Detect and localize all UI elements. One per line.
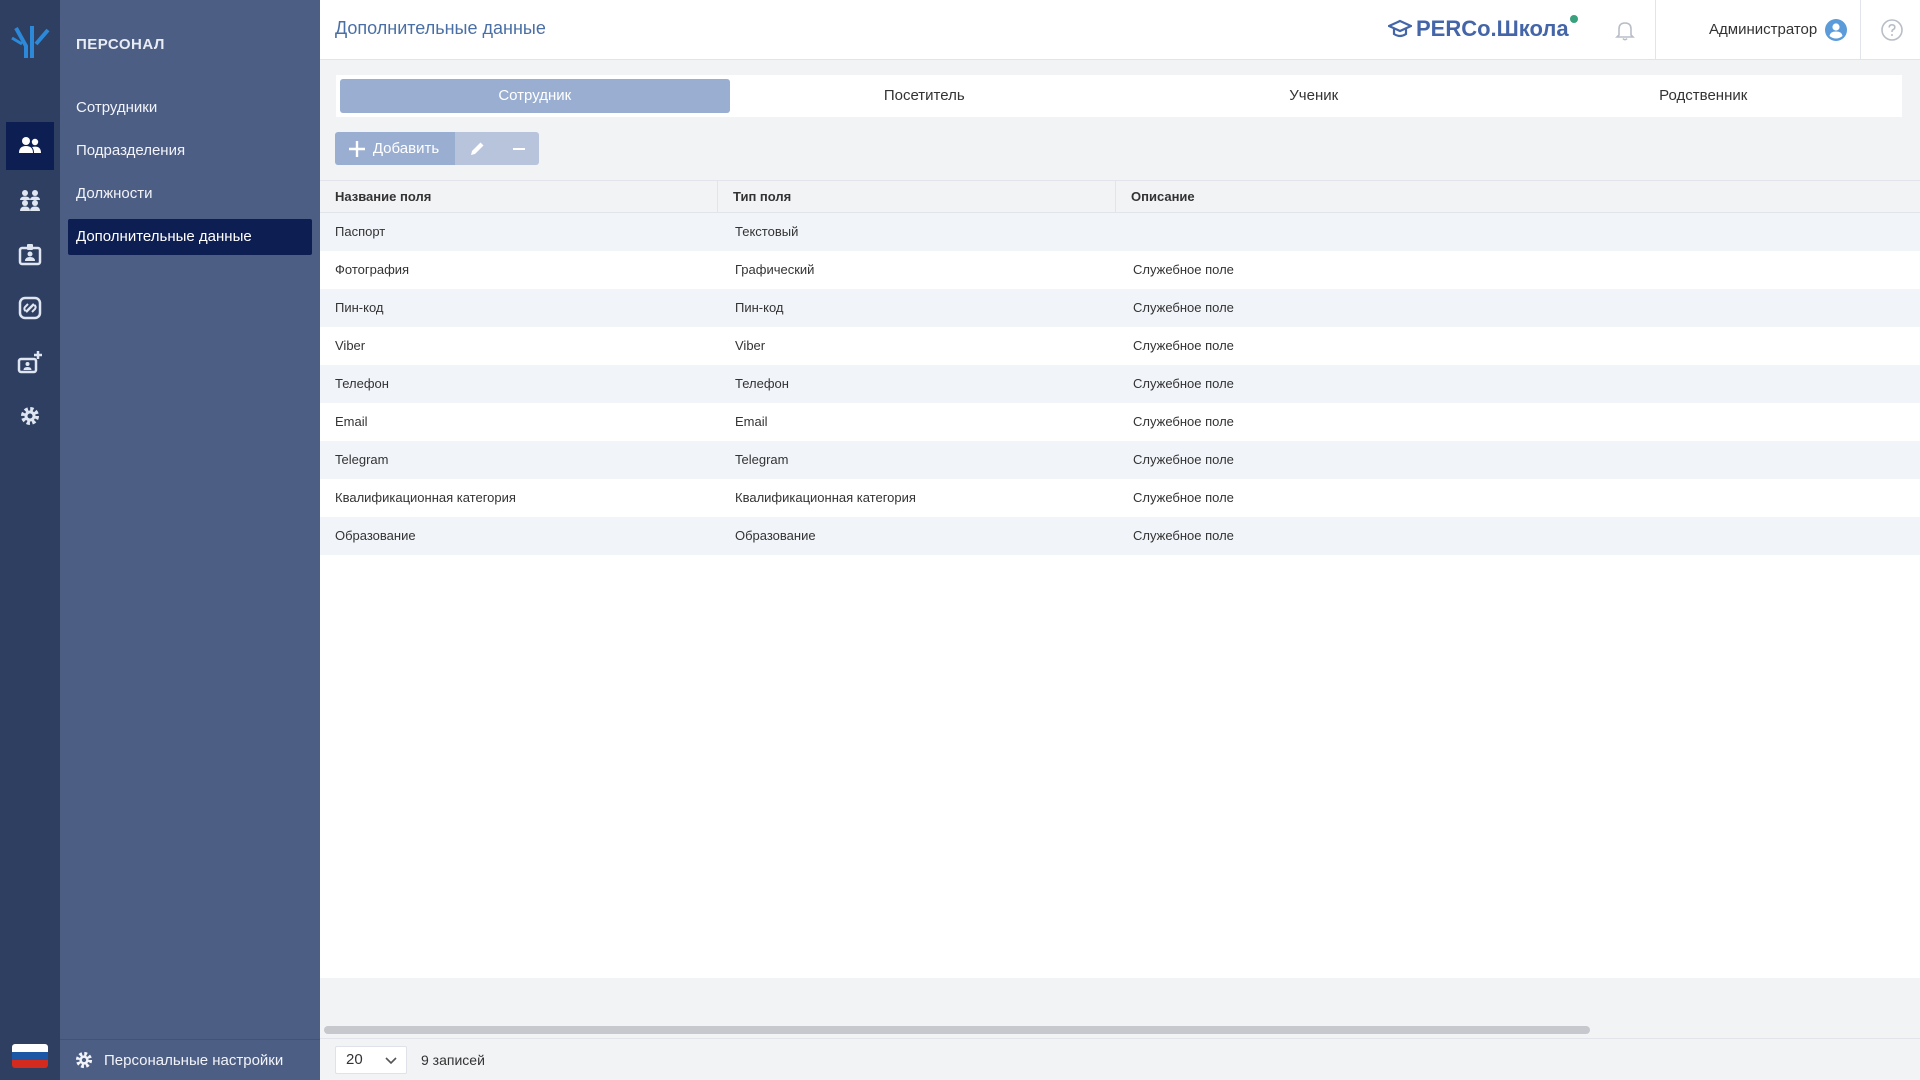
link-icon	[18, 296, 42, 320]
column-header-field-type[interactable]: Тип поля	[717, 181, 1115, 212]
rail-link-button[interactable]	[6, 284, 54, 332]
cell-field-type: Телефон	[735, 376, 789, 391]
column-header-field-name[interactable]: Название поля	[320, 181, 717, 212]
tab-relative[interactable]: Родственник	[1509, 79, 1899, 113]
cell-field-type: Образование	[735, 528, 816, 543]
cell-description: Служебное поле	[1133, 262, 1234, 277]
cell-field-name: Telegram	[335, 452, 389, 467]
table-row[interactable]: Telegram Telegram Служебное поле	[320, 441, 1920, 479]
table-header: Название поля Тип поля Описание	[320, 180, 1920, 213]
top-header: Дополнительные данные PERCo.Школа Админи…	[320, 0, 1920, 60]
cell-field-name: Паспорт	[335, 224, 386, 239]
header-divider	[1860, 0, 1861, 60]
table-row[interactable]: Телефон Телефон Служебное поле	[320, 365, 1920, 403]
cell-description: Служебное поле	[1133, 414, 1234, 429]
table-row[interactable]: Квалификационная категория Квалификацион…	[320, 479, 1920, 517]
cell-description: Служебное поле	[1133, 376, 1234, 391]
gear-icon	[75, 1051, 93, 1069]
sidebar: ПЕРСОНАЛ Сотрудники Подразделения Должно…	[60, 0, 320, 1080]
table-row[interactable]: Образование Образование Служебное поле	[320, 517, 1920, 555]
pencil-icon	[470, 142, 483, 155]
language-flag-icon[interactable]	[12, 1044, 48, 1068]
user-name[interactable]: Администратор	[1709, 21, 1817, 38]
tab-student[interactable]: Ученик	[1119, 79, 1509, 113]
cell-field-name: Viber	[335, 338, 366, 353]
cell-description: Служебное поле	[1133, 490, 1234, 505]
page-title: Дополнительные данные	[335, 18, 546, 38]
add-button-label: Добавить	[372, 140, 440, 157]
cell-description: Служебное поле	[1133, 300, 1234, 315]
icon-rail	[0, 0, 60, 1080]
avatar-icon[interactable]	[1824, 18, 1848, 42]
bell-icon[interactable]	[1613, 18, 1637, 42]
edit-button[interactable]	[455, 132, 497, 165]
cell-field-type: Квалификационная категория	[735, 490, 916, 505]
header-divider	[1655, 0, 1656, 60]
cell-field-type: Текстовый	[735, 224, 799, 239]
sidebar-item-positions[interactable]: Должности	[68, 176, 312, 212]
column-header-description[interactable]: Описание	[1115, 181, 1920, 212]
id-card-icon	[18, 244, 42, 266]
plus-icon	[348, 140, 365, 157]
table-row[interactable]: Viber Viber Служебное поле	[320, 327, 1920, 365]
tab-employee[interactable]: Сотрудник	[340, 79, 730, 113]
rail-add-badge-button[interactable]	[6, 338, 54, 386]
help-icon[interactable]	[1880, 18, 1904, 42]
chevron-down-icon	[385, 1056, 397, 1064]
add-button[interactable]: Добавить	[335, 132, 455, 165]
table-row[interactable]: Пин-код Пин-код Служебное поле	[320, 289, 1920, 327]
cell-field-type: Telegram	[735, 452, 789, 467]
brand-logo: PERCo.Школа	[1388, 15, 1578, 42]
rail-settings-button[interactable]	[6, 392, 54, 440]
entity-tabs: Сотрудник Посетитель Ученик Родственник	[336, 75, 1902, 117]
personal-settings-button[interactable]: Персональные настройки	[60, 1039, 320, 1080]
page-size-select[interactable]: 20	[335, 1045, 407, 1074]
graduation-cap-icon	[1388, 19, 1412, 38]
cell-field-type: Email	[735, 414, 768, 429]
online-status-dot	[1569, 15, 1578, 23]
group-icon	[20, 190, 40, 211]
brand-name: PERCo.Школа	[1416, 16, 1569, 41]
sidebar-item-additional-data[interactable]: Дополнительные данные	[68, 219, 312, 255]
sidebar-item-employees[interactable]: Сотрудники	[68, 90, 312, 126]
users-icon	[19, 137, 41, 153]
cell-description: Служебное поле	[1133, 452, 1234, 467]
app-logo-icon[interactable]	[8, 22, 52, 62]
sidebar-section-title: ПЕРСОНАЛ	[76, 36, 165, 53]
cell-description	[1115, 213, 1920, 251]
sidebar-item-departments[interactable]: Подразделения	[68, 133, 312, 169]
cell-description: Служебное поле	[1133, 528, 1234, 543]
rail-staff-button[interactable]	[6, 122, 54, 170]
table-row[interactable]: Паспорт Текстовый	[320, 213, 1920, 251]
cell-field-name: Email	[335, 414, 368, 429]
table-row[interactable]: Email Email Служебное поле	[320, 403, 1920, 441]
toolbar: Добавить	[335, 132, 539, 165]
tab-visitor[interactable]: Посетитель	[730, 79, 1120, 113]
data-table: Название поля Тип поля Описание Паспорт …	[320, 180, 1920, 978]
cell-field-name: Образование	[335, 528, 416, 543]
main-content: Сотрудник Посетитель Ученик Родственник …	[320, 60, 1920, 1038]
gear-icon	[21, 407, 39, 425]
add-badge-icon	[17, 351, 42, 374]
page-size-value: 20	[346, 1051, 363, 1068]
cell-field-type: Графический	[735, 262, 815, 277]
cell-field-name: Телефон	[335, 376, 389, 391]
table-row[interactable]: Фотография Графический Служебное поле	[320, 251, 1920, 289]
horizontal-scrollbar[interactable]	[324, 1026, 1590, 1034]
cell-field-name: Фотография	[335, 262, 410, 277]
cell-field-name: Квалификационная категория	[335, 490, 516, 505]
rail-groups-button[interactable]	[6, 176, 54, 224]
delete-button[interactable]	[497, 132, 539, 165]
cell-field-type: Пин-код	[735, 300, 784, 315]
records-count: 9 записей	[421, 1051, 485, 1068]
cell-field-name: Пин-код	[335, 300, 384, 315]
rail-badge-button[interactable]	[6, 230, 54, 278]
cell-description: Служебное поле	[1133, 338, 1234, 353]
cell-field-type: Viber	[735, 338, 766, 353]
table-footer: 20 9 записей	[320, 1038, 1920, 1080]
minus-icon	[512, 147, 525, 150]
personal-settings-label: Персональные настройки	[104, 1051, 284, 1069]
